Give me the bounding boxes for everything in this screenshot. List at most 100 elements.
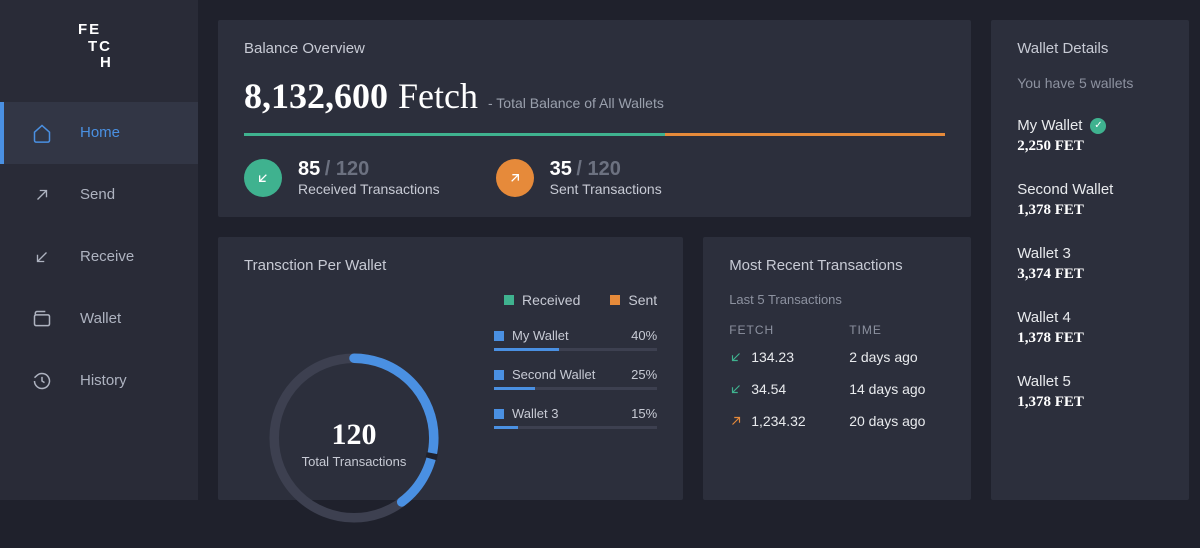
- arrow-up-right-icon: [496, 159, 534, 197]
- arrow-out-icon: [729, 414, 743, 428]
- wallet-item[interactable]: My Wallet ✓ 2,250 FET: [1017, 117, 1163, 155]
- legend-item: Received: [504, 292, 580, 308]
- wallet-amount: 1,378 FET: [1017, 330, 1163, 347]
- wallet-amount: 1,378 FET: [1017, 394, 1163, 411]
- balance-bar: [244, 133, 945, 136]
- wallet-name: Second Wallet: [512, 367, 595, 382]
- progress-bar: [494, 348, 657, 351]
- legend-swatch: [504, 295, 514, 305]
- card-title: Wallet Details: [1017, 40, 1163, 57]
- balance-unit: Fetch: [398, 75, 478, 117]
- sidebar-item-home[interactable]: Home: [0, 102, 198, 164]
- wallet-name: Wallet 5: [1017, 373, 1071, 390]
- legend-swatch: [494, 409, 504, 419]
- tx-amount: 134.23: [751, 349, 794, 365]
- arrow-in-icon: [729, 382, 743, 396]
- balance-amount: 8,132,600: [244, 75, 388, 117]
- col-fetch: FETCH: [729, 323, 849, 337]
- legend-item: Sent: [610, 292, 657, 308]
- donut-chart: 120 Total Transactions: [244, 328, 464, 548]
- donut-total: 120: [244, 418, 464, 452]
- sidebar-item-receive[interactable]: Receive: [0, 226, 198, 288]
- sidebar-item-label: Wallet: [80, 310, 121, 327]
- verified-icon: ✓: [1090, 118, 1106, 134]
- col-time: TIME: [849, 323, 882, 337]
- received-stat: 85 / 120 Received Transactions: [244, 158, 440, 197]
- home-icon: [32, 123, 52, 143]
- wallet-amount: 2,250 FET: [1017, 138, 1163, 155]
- progress-fill: [494, 426, 518, 429]
- sidebar-item-label: Receive: [80, 248, 134, 265]
- balance-line: 8,132,600 Fetch - Total Balance of All W…: [244, 75, 945, 117]
- recent-transactions-card: Most Recent Transactions Last 5 Transact…: [703, 237, 971, 500]
- sent-total: / 120: [576, 158, 620, 180]
- tx-amount: 1,234.32: [751, 413, 806, 429]
- tx-time: 2 days ago: [849, 349, 918, 365]
- legend-swatch: [494, 370, 504, 380]
- sent-label: Sent Transactions: [550, 181, 662, 197]
- progress-bar: [494, 387, 657, 390]
- wallet-bar-row: Wallet 3 15%: [494, 406, 657, 429]
- sidebar: FETCH Home Send Receive Wallet History: [0, 0, 198, 500]
- history-icon: [32, 371, 52, 391]
- bar-sent: [665, 133, 945, 136]
- per-wallet-card: Transction Per Wallet Received Sent 120: [218, 237, 683, 500]
- arrow-down-left-icon: [244, 159, 282, 197]
- nav: Home Send Receive Wallet History: [0, 102, 198, 412]
- brand-logo: FETCH: [0, 0, 198, 94]
- donut-label: Total Transactions: [244, 454, 464, 469]
- legend-label: Sent: [628, 292, 657, 308]
- sidebar-item-send[interactable]: Send: [0, 164, 198, 226]
- bar-received: [244, 133, 665, 136]
- wallet-item[interactable]: Wallet 5 1,378 FET: [1017, 373, 1163, 411]
- sidebar-item-wallet[interactable]: Wallet: [0, 288, 198, 350]
- sidebar-item-label: History: [80, 372, 127, 389]
- wallet-name: My Wallet: [512, 328, 569, 343]
- transaction-row[interactable]: 1,234.32 20 days ago: [729, 413, 945, 429]
- wallet-pct: 15%: [631, 406, 657, 421]
- balance-subtitle: - Total Balance of All Wallets: [488, 95, 664, 111]
- wallet-pct: 25%: [631, 367, 657, 382]
- legend: Received Sent: [504, 292, 657, 308]
- received-label: Received Transactions: [298, 181, 440, 197]
- tx-time: 14 days ago: [849, 381, 925, 397]
- transaction-row[interactable]: 34.54 14 days ago: [729, 381, 945, 397]
- sent-count: 35: [550, 158, 572, 180]
- legend-swatch: [494, 331, 504, 341]
- legend-label: Received: [522, 292, 580, 308]
- sidebar-item-label: Home: [80, 124, 120, 141]
- transaction-row[interactable]: 134.23 2 days ago: [729, 349, 945, 365]
- balance-overview-card: Balance Overview 8,132,600 Fetch - Total…: [218, 20, 971, 217]
- card-title: Most Recent Transactions: [729, 257, 945, 274]
- arrow-in-icon: [729, 350, 743, 364]
- wallet-count: You have 5 wallets: [1017, 75, 1163, 91]
- wallet-name: Wallet 3: [1017, 245, 1071, 262]
- progress-fill: [494, 387, 535, 390]
- card-title: Transction Per Wallet: [244, 257, 657, 274]
- wallet-item[interactable]: Second Wallet 1,378 FET: [1017, 181, 1163, 219]
- wallet-icon: [32, 309, 52, 329]
- sidebar-item-history[interactable]: History: [0, 350, 198, 412]
- wallet-name: Wallet 4: [1017, 309, 1071, 326]
- legend-swatch: [610, 295, 620, 305]
- tx-amount: 34.54: [751, 381, 786, 397]
- wallet-details-card: Wallet Details You have 5 wallets My Wal…: [991, 20, 1189, 500]
- card-title: Balance Overview: [244, 40, 945, 57]
- wallet-bar-row: My Wallet 40%: [494, 328, 657, 351]
- wallet-item[interactable]: Wallet 33,374 FET: [1017, 245, 1163, 283]
- wallet-item[interactable]: Wallet 4 1,378 FET: [1017, 309, 1163, 347]
- tx-time: 20 days ago: [849, 413, 925, 429]
- wallet-pct: 40%: [631, 328, 657, 343]
- wallet-name: Wallet 3: [512, 406, 558, 421]
- progress-bar: [494, 426, 657, 429]
- recent-subtitle: Last 5 Transactions: [729, 292, 945, 307]
- wallet-name: My Wallet: [1017, 117, 1082, 134]
- wallet-name: Second Wallet: [1017, 181, 1113, 198]
- sent-stat: 35 / 120 Sent Transactions: [496, 158, 662, 197]
- wallet-amount: 1,378 FET: [1017, 202, 1163, 219]
- main: Balance Overview 8,132,600 Fetch - Total…: [198, 0, 1200, 500]
- send-icon: [32, 185, 52, 205]
- receive-icon: [32, 247, 52, 267]
- received-count: 85: [298, 158, 320, 180]
- received-total: / 120: [325, 158, 369, 180]
